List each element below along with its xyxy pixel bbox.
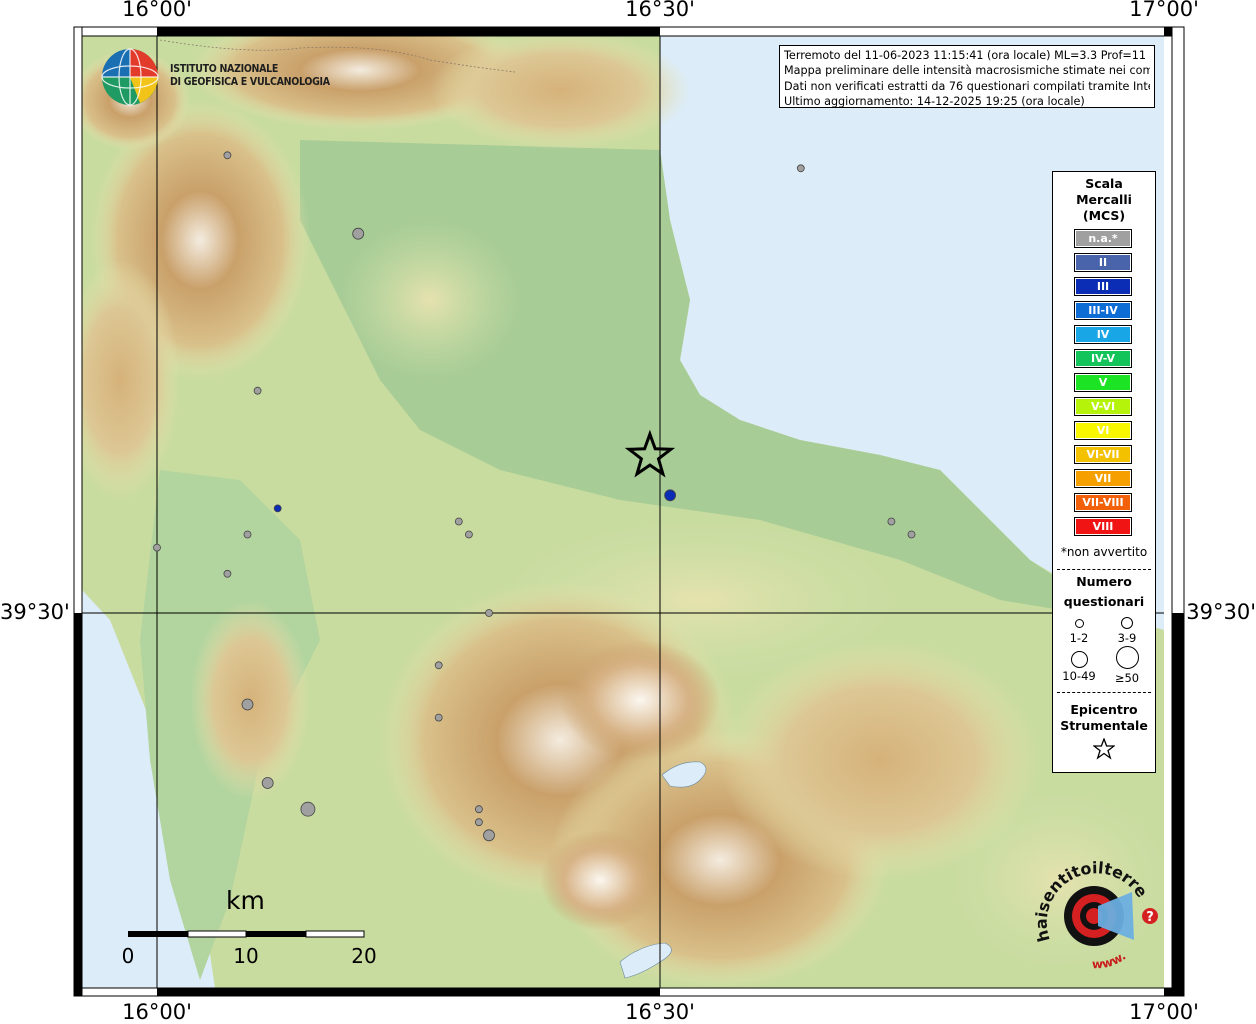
- observation-point: [483, 829, 495, 842]
- legend-epi-title1: Epicentro: [1070, 702, 1138, 717]
- observation-point: [474, 805, 483, 814]
- size-label-1-2: 1-2: [1069, 631, 1089, 645]
- observation-point: [434, 661, 443, 670]
- legend-swatch-ii: II: [1074, 253, 1132, 272]
- haisentito-www: www.: [1092, 949, 1129, 972]
- legend-swatch-v-vi: V-VI: [1074, 397, 1132, 416]
- observation-point: [434, 713, 443, 722]
- epicenter-star-icon: [1093, 738, 1115, 760]
- size-circle-50: [1116, 646, 1139, 669]
- scale-bar: [128, 930, 365, 938]
- svg-text:www.: www.: [1092, 949, 1129, 972]
- legend-title-mcs: (MCS): [1082, 208, 1126, 223]
- observation-point: [352, 227, 365, 240]
- legend-count-title2: questionari: [1063, 594, 1145, 609]
- observation-point: [223, 569, 232, 578]
- observation-point: [300, 801, 316, 817]
- legend-note: *non avvertito: [1060, 545, 1148, 559]
- legend-swatch-vii-viii: VII-VIII: [1074, 493, 1132, 512]
- legend-count-title1: Numero: [1076, 574, 1132, 589]
- haisentito-mark: ?: [1146, 910, 1154, 925]
- lon-label-top-3: 17°00': [1129, 0, 1199, 21]
- legend-separator-2: [1057, 692, 1151, 693]
- scale-tick-20: 20: [351, 944, 377, 968]
- legend-swatch-vi: VI: [1074, 421, 1132, 440]
- size-circle-1-2: [1075, 619, 1084, 628]
- legend-separator-1: [1057, 569, 1151, 570]
- legend: Scala Mercalli (MCS) n.a.* II III III-IV IV I…: [1052, 171, 1156, 773]
- size-label-10-49: 10-49: [1062, 669, 1096, 683]
- observation-point: [241, 698, 254, 711]
- legend-swatch-v: V: [1074, 373, 1132, 392]
- ingv-logo-text: ISTITUTO NAZIONALE DI GEOFISICA E VULCAN…: [170, 63, 330, 89]
- ingv-line2: DI GEOFISICA E VULCANOLOGIA: [170, 76, 330, 88]
- info-line4: Ultimo aggiornamento: 14-12-2025 19:25 (…: [784, 94, 1085, 108]
- legend-swatch-viii: VIII: [1074, 517, 1132, 536]
- observation-point: [243, 530, 252, 539]
- lat-label-left: 39°30': [0, 600, 70, 624]
- scale-unit: km: [226, 886, 265, 915]
- size-label-3-9: 3-9: [1117, 631, 1137, 645]
- observation-point: [454, 517, 463, 526]
- haisentito-logo-icon: haisentitoilterremoto.it www. ?: [1032, 850, 1158, 972]
- observation-point: [261, 777, 274, 789]
- observation-point: [664, 489, 676, 502]
- observation-point: [464, 530, 473, 539]
- observation-point: [474, 818, 483, 827]
- observation-point: [253, 386, 262, 395]
- size-label-50: ≥50: [1114, 671, 1140, 685]
- legend-swatch-n-a: n.a.*: [1074, 229, 1132, 248]
- lon-label-bottom-2: 16°30': [625, 1000, 695, 1024]
- size-circle-3-9: [1121, 617, 1133, 629]
- lon-label-bottom-1: 16°00': [122, 1000, 192, 1024]
- info-line1: Terremoto del 11-06-2023 11:15:41 (ora l…: [784, 49, 1150, 62]
- observation-point: [796, 164, 805, 173]
- info-line3: Dati non verificati estratti da 76 quest…: [784, 79, 1150, 93]
- scale-tick-10: 10: [233, 944, 259, 968]
- scale-tick-0: 0: [121, 944, 135, 968]
- lon-label-bottom-3: 17°00': [1129, 1000, 1199, 1024]
- legend-title-mercalli: Mercalli: [1076, 192, 1132, 207]
- legend-swatch-iii: III: [1074, 277, 1132, 296]
- legend-swatch-iv-v: IV-V: [1074, 349, 1132, 368]
- ingv-logo-icon: [101, 48, 159, 106]
- legend-swatch-iii-iv: III-IV: [1074, 301, 1132, 320]
- observation-point: [153, 543, 161, 552]
- observation-point: [273, 504, 282, 513]
- legend-swatch-vi-vii: VI-VII: [1074, 445, 1132, 464]
- observation-point: [223, 151, 232, 160]
- legend-title-scala: Scala: [1085, 176, 1123, 191]
- observation-point: [485, 609, 493, 617]
- legend-swatch-iv: IV: [1074, 325, 1132, 344]
- info-line2: Mappa preliminare delle intensità macros…: [784, 64, 1150, 78]
- observation-point: [907, 530, 916, 539]
- legend-epi-title2: Strumentale: [1060, 718, 1148, 733]
- legend-swatch-vii: VII: [1074, 469, 1132, 488]
- lon-label-top-1: 16°00': [122, 0, 192, 21]
- event-info-box: Terremoto del 11-06-2023 11:15:41 (ora l…: [779, 45, 1155, 108]
- lat-label-right: 39°30': [1186, 600, 1256, 624]
- size-circle-10-49: [1071, 651, 1088, 668]
- observation-point: [887, 517, 896, 526]
- ingv-line1: ISTITUTO NAZIONALE: [170, 63, 279, 75]
- lon-label-top-2: 16°30': [625, 0, 695, 21]
